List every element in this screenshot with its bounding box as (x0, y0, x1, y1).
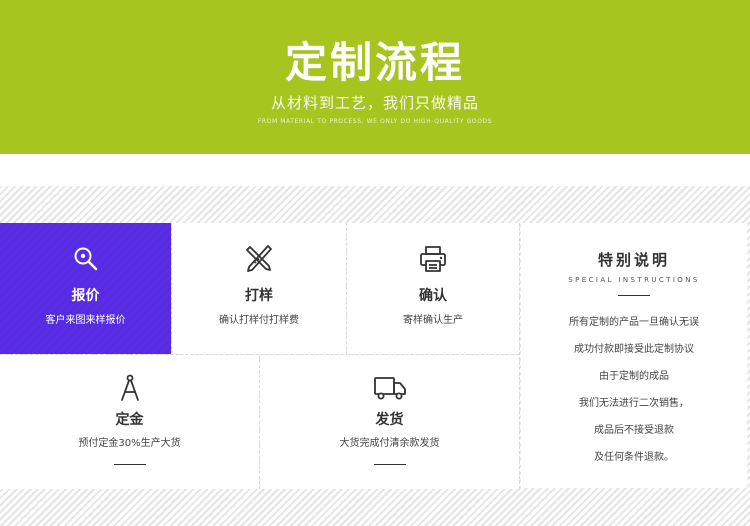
step-quote-title: 报价 (71, 288, 100, 304)
delivery-truck-icon (260, 375, 519, 401)
step-confirm-desc: 寄样确认生产 (403, 315, 463, 326)
dashed-divider (171, 223, 172, 354)
step-shipping-desc: 大货完成付清余款发货 (339, 438, 440, 449)
page-tagline: FROM MATERIAL TO PROCESS, WE ONLY DO HIG… (257, 118, 493, 125)
pencil-ruler-icon (172, 243, 346, 273)
dashed-divider (346, 223, 347, 354)
notice-line: 成品后不接受退款 (594, 425, 674, 436)
header-banner: 定制流程 从材料到工艺，我们只做精品 FROM MATERIAL TO PROC… (0, 0, 750, 154)
divider (113, 464, 146, 465)
notice-line: 由于定制的成品 (599, 371, 669, 382)
divider (373, 464, 406, 465)
notice-title: 特别说明 (597, 251, 670, 269)
step-quote[interactable]: 报价 客户来图来样报价 (0, 223, 171, 354)
step-shipping[interactable]: 发货 大货完成付清余款发货 (260, 355, 519, 489)
step-confirm[interactable]: 确认 寄样确认生产 (347, 223, 519, 354)
step-shipping-title: 发货 (375, 412, 404, 428)
step-sample[interactable]: 打样 确认打样付打样费 (172, 223, 346, 354)
page-subtitle: 从材料到工艺，我们只做精品 (270, 94, 479, 112)
divider (618, 295, 650, 296)
dashed-divider (519, 223, 520, 489)
notice-line: 及任何条件退款。 (594, 452, 674, 463)
notice-line: 所有定制的产品一旦确认无误 (569, 317, 699, 328)
step-deposit-desc: 预付定金30%生产大货 (78, 438, 181, 449)
printer-icon (347, 245, 519, 273)
notice-line: 我们无法进行二次销售， (579, 398, 689, 409)
dashed-divider (259, 355, 260, 489)
step-deposit[interactable]: 定金 预付定金30%生产大货 (0, 355, 259, 489)
step-sample-desc: 确认打样付打样费 (219, 315, 299, 326)
step-deposit-title: 定金 (115, 412, 144, 428)
search-icon (0, 246, 171, 272)
step-confirm-title: 确认 (419, 288, 447, 304)
notice-subtitle: SPECIAL INSTRUCTIONS (568, 276, 700, 284)
special-instructions-panel: 特别说明 SPECIAL INSTRUCTIONS 所有定制的产品一旦确认无误 … (521, 223, 747, 488)
step-quote-desc: 客户来图来样报价 (45, 315, 126, 326)
compass-icon (0, 373, 259, 403)
dashed-divider (0, 354, 519, 355)
page-title: 定制流程 (284, 38, 465, 87)
step-sample-title: 打样 (245, 288, 273, 304)
notice-line: 成功付款即接受此定制协议 (574, 344, 694, 355)
